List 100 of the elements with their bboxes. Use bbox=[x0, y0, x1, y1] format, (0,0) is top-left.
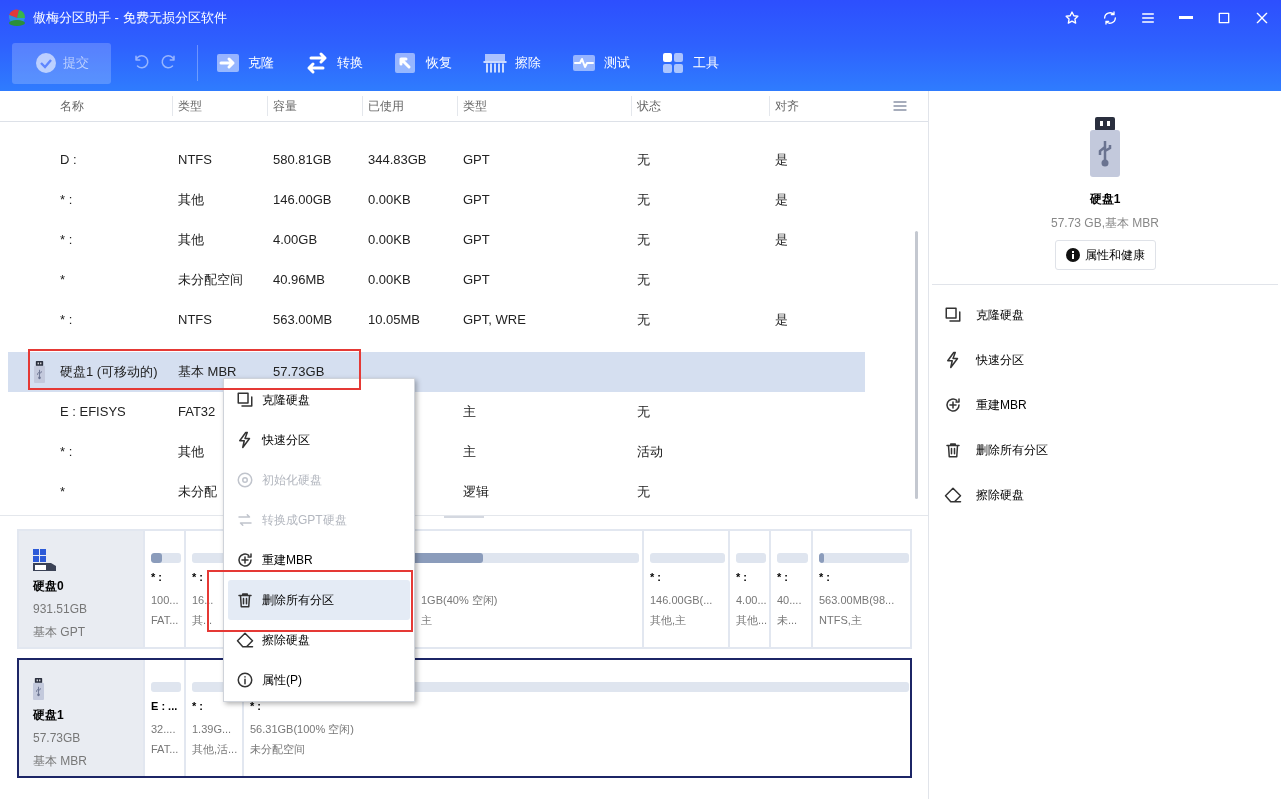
table-cell: E : EFISYS bbox=[60, 404, 126, 420]
arrow-right-box-icon bbox=[216, 51, 240, 75]
column-header[interactable]: 状态 bbox=[632, 96, 770, 116]
partition-type: 其他... bbox=[736, 614, 768, 626]
partition-type: 未... bbox=[777, 614, 798, 626]
partition-type: FAT... bbox=[151, 743, 179, 755]
partition-label: E : ... bbox=[151, 700, 178, 712]
partition-type: 其他,活... bbox=[192, 743, 238, 755]
partition-label: * : bbox=[650, 571, 661, 583]
table-cell: GPT bbox=[463, 152, 490, 168]
eraser-icon bbox=[236, 631, 254, 649]
disk-size: 57.73GB bbox=[33, 730, 82, 747]
action-link[interactable]: 快速分区 bbox=[929, 337, 1281, 382]
table-cell: GPT bbox=[463, 272, 490, 288]
trash-icon bbox=[944, 440, 962, 459]
selected-row[interactable]: 硬盘1 (可移动的) 基本 MBR 57.73GB bbox=[8, 352, 865, 392]
table-cell: 无 bbox=[637, 232, 650, 248]
partition-size: 1.39G... bbox=[192, 723, 232, 735]
table-cell: 0.00KB bbox=[368, 272, 411, 288]
action-link[interactable]: 删除所有分区 bbox=[929, 427, 1281, 472]
disk-size: 931.51GB bbox=[33, 601, 89, 618]
action-link[interactable]: 重建MBR bbox=[929, 382, 1281, 427]
column-header[interactable]: 容量 bbox=[268, 96, 363, 116]
partition-type: 主 bbox=[421, 614, 432, 626]
table-cell: GPT, WRE bbox=[463, 312, 526, 328]
partition-size: 100... bbox=[151, 594, 179, 606]
partition-type: 未分配空间 bbox=[250, 743, 305, 755]
check-icon bbox=[34, 52, 57, 74]
table-cell: 0.00KB bbox=[368, 232, 411, 248]
trash-icon bbox=[236, 591, 254, 609]
table-cell: 未分配空间 bbox=[178, 272, 243, 288]
menu-item[interactable]: 删除所有分区 bbox=[228, 580, 410, 620]
menu-item[interactable]: 快速分区 bbox=[228, 420, 410, 460]
splitter-handle[interactable] bbox=[444, 516, 484, 518]
partition-size: 32.... bbox=[151, 723, 176, 735]
partition-label: * : bbox=[736, 571, 747, 583]
disc-icon bbox=[236, 471, 254, 489]
usb-drive-icon bbox=[34, 361, 45, 383]
eraser-icon bbox=[944, 485, 962, 504]
grid-icon bbox=[661, 51, 685, 75]
partition-label: * : bbox=[151, 571, 162, 583]
table-cell: 344.83GB bbox=[368, 152, 427, 168]
table-cell: 无 bbox=[637, 272, 650, 288]
column-header[interactable]: 类型 bbox=[173, 96, 268, 116]
table-cell: * : bbox=[60, 192, 73, 208]
toolbar-button[interactable]: 擦除 bbox=[483, 43, 541, 83]
partition-size: 146.00GB(... bbox=[650, 594, 713, 606]
table-cell: 是 bbox=[775, 232, 788, 248]
toolbar-button[interactable]: 恢复 bbox=[394, 43, 452, 83]
partition-label: * : bbox=[192, 571, 203, 583]
table-cell: 无 bbox=[637, 192, 650, 208]
partition-size: 40.... bbox=[777, 594, 802, 606]
undo-arrow-box-icon bbox=[394, 51, 418, 75]
menu-item[interactable]: 重建MBR bbox=[228, 540, 410, 580]
table-cell: D : bbox=[60, 152, 77, 168]
table-cell: FAT32 bbox=[178, 404, 216, 420]
toolbar-button[interactable]: 克隆 bbox=[216, 43, 274, 83]
properties-button[interactable]: 属性和健康 bbox=[1054, 240, 1156, 270]
table-cell: * bbox=[60, 272, 66, 288]
info-icon bbox=[236, 671, 254, 689]
column-header[interactable]: 对齐 bbox=[770, 96, 863, 116]
usb-drive-icon bbox=[1090, 117, 1120, 177]
table-cell: NTFS bbox=[178, 312, 212, 328]
partition-size: 1GB(40% 空闲) bbox=[421, 594, 498, 606]
column-header[interactable]: 名称 bbox=[55, 96, 173, 116]
table-cell: * : bbox=[60, 232, 73, 248]
toolbar-button[interactable]: 测试 bbox=[572, 43, 630, 83]
partition-label: * : bbox=[192, 700, 203, 712]
table-cell: 是 bbox=[775, 152, 788, 168]
swap-arrows-icon bbox=[305, 51, 329, 75]
table-cell: NTFS bbox=[178, 152, 212, 168]
toolbar-button[interactable]: 转换 bbox=[305, 43, 363, 83]
column-header[interactable]: 类型 bbox=[458, 96, 632, 116]
column-settings-button[interactable] bbox=[891, 98, 909, 114]
table-cell: 未分配 bbox=[178, 484, 217, 500]
ssd-drive-icon bbox=[33, 549, 57, 571]
table-cell: 563.00MB bbox=[273, 312, 333, 328]
info-icon bbox=[1065, 248, 1080, 262]
app-logo-icon bbox=[7, 8, 27, 27]
table-cell: 无 bbox=[637, 312, 650, 328]
disk-name: 硬盘1 bbox=[33, 707, 65, 724]
table-cell: 逻辑 bbox=[463, 484, 489, 500]
table-cell: 基本 MBR bbox=[178, 364, 237, 380]
disk-name: 硬盘1 bbox=[1089, 191, 1121, 208]
table-cell: 57.73GB bbox=[273, 364, 325, 380]
partition-label: * : bbox=[819, 571, 830, 583]
table-cell: * bbox=[60, 484, 66, 500]
menu-item[interactable]: 属性(P) bbox=[228, 660, 410, 700]
table-cell: * : bbox=[60, 312, 73, 328]
partition-label: * : bbox=[250, 700, 261, 712]
usb-drive-icon bbox=[33, 678, 44, 700]
table-cell: * : bbox=[60, 444, 73, 460]
table-cell: GPT bbox=[463, 192, 490, 208]
shredder-icon bbox=[483, 51, 507, 75]
action-link[interactable]: 克隆硬盘 bbox=[929, 292, 1281, 337]
window-title: 傲梅分区助手 - 免费无损分区软件 bbox=[33, 8, 227, 27]
column-header[interactable]: 已使用 bbox=[363, 96, 458, 116]
action-link[interactable]: 擦除硬盘 bbox=[929, 472, 1281, 517]
toolbar-button[interactable]: 工具 bbox=[661, 43, 719, 83]
scrollbar-thumb[interactable] bbox=[915, 231, 918, 499]
